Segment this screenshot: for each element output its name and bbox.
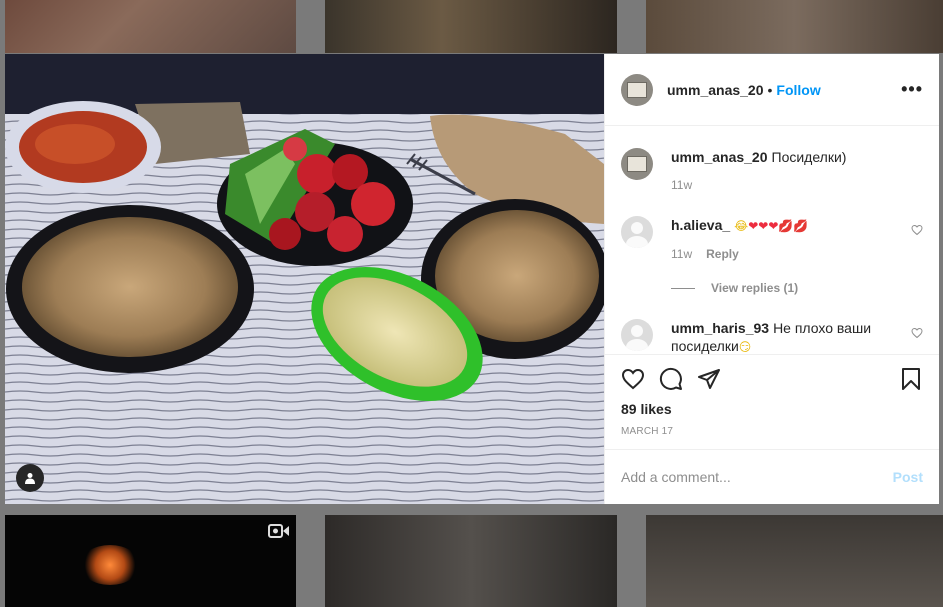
more-options-icon[interactable]: •••	[901, 79, 923, 100]
grid-thumbnail[interactable]	[5, 0, 296, 53]
grid-thumbnail[interactable]	[325, 0, 617, 53]
grid-thumbnail[interactable]	[5, 515, 296, 607]
thumbnail-image	[80, 545, 140, 585]
bookmark-icon[interactable]	[899, 367, 923, 391]
comment-icon[interactable]	[659, 367, 683, 391]
grid-thumbnail[interactable]	[325, 515, 617, 607]
caption-username[interactable]: umm_anas_20	[671, 149, 768, 165]
emoji: ❤	[758, 219, 769, 233]
heart-icon[interactable]	[621, 367, 645, 391]
caption: umm_anas_20 Посиделки) 11w	[621, 148, 923, 192]
comments-list[interactable]: umm_anas_20 Посиделки) 11w h.alieva_ 😂❤❤❤💋…	[605, 126, 939, 354]
heart-icon[interactable]	[911, 327, 923, 339]
comment-item: h.alieva_ 😂❤❤❤💋💋 11w Reply	[621, 216, 923, 261]
caption-time[interactable]: 11w	[671, 178, 692, 192]
emoji: 💋	[778, 219, 794, 233]
emoji: 😏	[738, 340, 752, 354]
separator-dot: •	[767, 81, 773, 98]
post-sidebar: umm_anas_20 • Follow ••• umm_anas_20 Поси…	[604, 54, 939, 504]
header-username[interactable]: umm_anas_20	[667, 82, 764, 98]
emoji: 😂	[734, 219, 749, 233]
reply-button[interactable]: Reply	[706, 247, 739, 261]
post-photo[interactable]	[5, 54, 604, 504]
avatar[interactable]	[621, 73, 653, 106]
share-icon[interactable]	[697, 367, 721, 391]
emoji: 💋	[793, 219, 809, 233]
heart-icon[interactable]	[911, 224, 923, 236]
post-button[interactable]: Post	[893, 469, 923, 485]
avatar[interactable]	[621, 319, 653, 351]
comment-username[interactable]: umm_haris_93	[671, 320, 769, 336]
post-actions: 89 likes MARCH 17	[605, 354, 939, 449]
food-photo	[5, 54, 604, 504]
avatar[interactable]	[621, 148, 653, 180]
video-icon	[268, 524, 289, 538]
emoji: ❤	[768, 219, 779, 233]
grid-thumbnail[interactable]	[646, 515, 943, 607]
tagged-users-button[interactable]	[16, 464, 44, 492]
grid-thumbnail[interactable]	[646, 0, 943, 53]
post-date[interactable]: MARCH 17	[621, 426, 923, 437]
caption-text: Посиделки)	[771, 149, 847, 165]
avatar[interactable]	[621, 216, 653, 248]
comment-time[interactable]: 11w	[671, 247, 692, 261]
comment-username[interactable]: h.alieva_	[671, 217, 730, 233]
post-modal: umm_anas_20 • Follow ••• umm_anas_20 Поси…	[5, 54, 939, 504]
user-tag-icon	[25, 473, 35, 484]
comment-item: umm_haris_93 Не плохо ваши посиделки😏	[621, 319, 923, 354]
post-header: umm_anas_20 • Follow •••	[605, 54, 939, 126]
add-comment-bar: Post	[605, 449, 939, 504]
likes-count[interactable]: 89 likes	[621, 401, 923, 417]
follow-button[interactable]: Follow	[776, 82, 820, 98]
emoji: ❤	[748, 219, 759, 233]
view-replies-label: View replies (1)	[711, 281, 799, 295]
comment-input[interactable]	[621, 469, 893, 485]
view-replies-button[interactable]: View replies (1)	[671, 281, 923, 295]
